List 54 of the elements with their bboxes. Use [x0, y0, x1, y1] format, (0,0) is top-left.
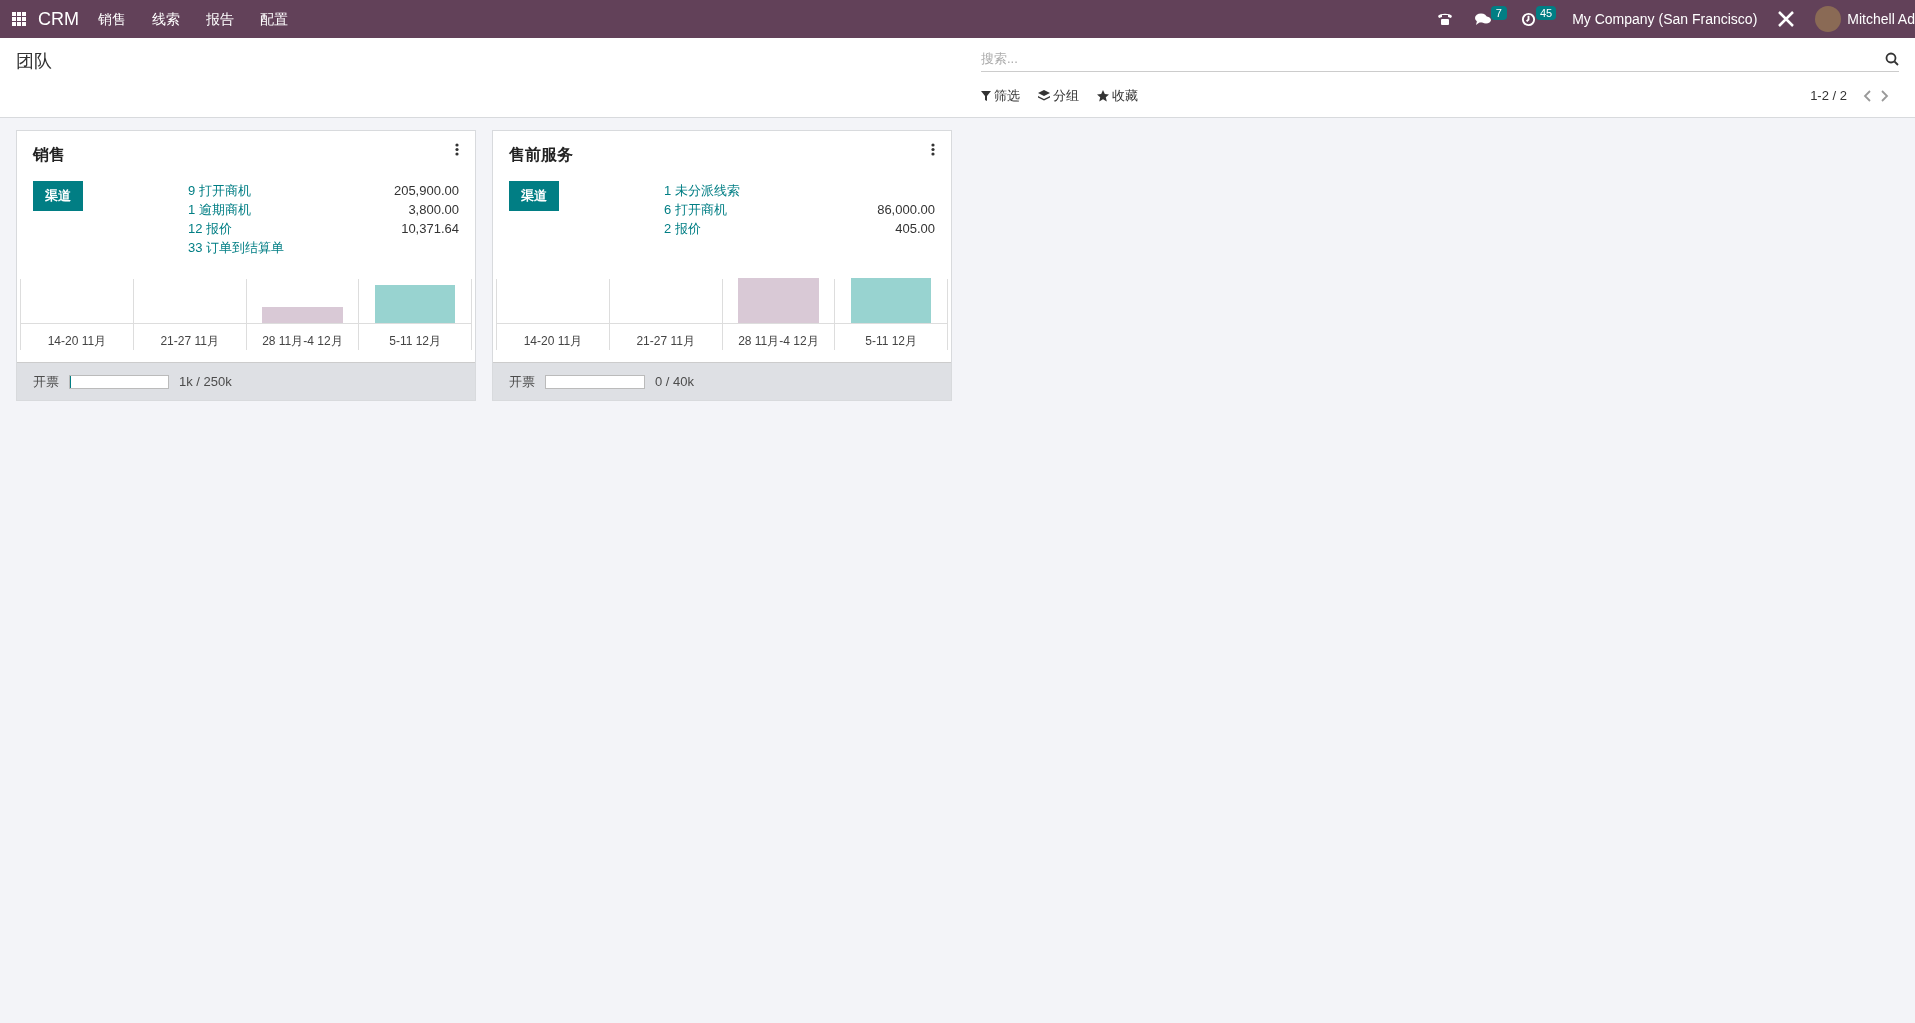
invoicing-label: 开票 — [509, 372, 535, 391]
stat-link[interactable]: 12 报价 — [188, 219, 233, 238]
stat-link[interactable]: 1 未分派线索 — [664, 181, 740, 200]
pipeline-button[interactable]: 渠道 — [33, 181, 83, 211]
stat-link[interactable]: 2 报价 — [664, 219, 701, 238]
menu-item[interactable]: 线索 — [139, 8, 193, 30]
progress-reading: 1k / 250k — [179, 372, 232, 391]
stat-link[interactable]: 33 订单到结算单 — [188, 238, 285, 257]
layers-icon — [1038, 89, 1050, 102]
week-label: 28 11月-4 12月 — [737, 333, 820, 350]
chevron-right-icon[interactable] — [1881, 89, 1889, 102]
menu-item[interactable]: 配置 — [247, 8, 301, 30]
stat-link[interactable]: 1 逾期商机 — [188, 200, 251, 219]
app-name[interactable]: CRM — [38, 5, 79, 33]
menu-item[interactable]: 销售 — [85, 8, 139, 30]
filter-icon — [981, 90, 991, 101]
favorites-button[interactable]: 收藏 — [1097, 86, 1138, 106]
card-title: 销售 — [33, 145, 65, 165]
progress-reading: 0 / 40k — [655, 372, 695, 391]
stat-amount: 86,000.00 — [877, 201, 935, 219]
stat-amount: 205,900.00 — [393, 182, 459, 200]
company-switcher[interactable]: My Company (San Francisco) — [1572, 8, 1758, 30]
pipeline-button[interactable]: 渠道 — [509, 181, 559, 211]
chevron-left-icon[interactable] — [1863, 89, 1871, 102]
week-label: 5-11 12月 — [864, 333, 919, 350]
search-icon[interactable] — [1885, 51, 1899, 66]
week-label: 5-11 12月 — [388, 333, 443, 350]
week-label: 21-27 11月 — [159, 333, 220, 350]
tools-icon[interactable] — [1777, 10, 1796, 28]
user-name[interactable]: Mitchell Ad — [1847, 8, 1915, 30]
activity-count-badge: 45 — [1535, 5, 1557, 20]
week-label: 21-27 11月 — [635, 333, 696, 350]
stat-amount: 3,800.00 — [408, 201, 459, 219]
stat-link[interactable]: 6 打开商机 — [664, 200, 727, 219]
week-label: 14-20 11月 — [46, 333, 108, 350]
filter-button[interactable]: 筛选 — [981, 86, 1020, 106]
week-label: 28 11月-4 12月 — [261, 333, 344, 350]
menu-item[interactable]: 报告 — [193, 8, 247, 30]
card-title: 售前服务 — [509, 145, 573, 165]
invoicing-label: 开票 — [33, 372, 59, 391]
apps-grid-icon[interactable] — [12, 12, 26, 26]
chat-icon[interactable] — [1474, 12, 1491, 26]
stat-amount: 10,371.64 — [401, 220, 459, 238]
phone-icon[interactable] — [1436, 12, 1453, 26]
week-label: 14-20 11月 — [522, 333, 584, 350]
search-field[interactable]: 搜索... — [981, 48, 1885, 69]
clock-icon[interactable] — [1520, 11, 1536, 27]
star-icon — [1097, 89, 1109, 102]
group-by-button[interactable]: 分组 — [1038, 86, 1079, 106]
message-count-badge: 7 — [1490, 6, 1507, 20]
pager-value: 1-2 / 2 — [1810, 87, 1847, 105]
page-title: 团队 — [16, 50, 53, 73]
stat-amount: 405.00 — [895, 220, 935, 238]
stat-link[interactable]: 9 打开商机 — [188, 181, 251, 200]
